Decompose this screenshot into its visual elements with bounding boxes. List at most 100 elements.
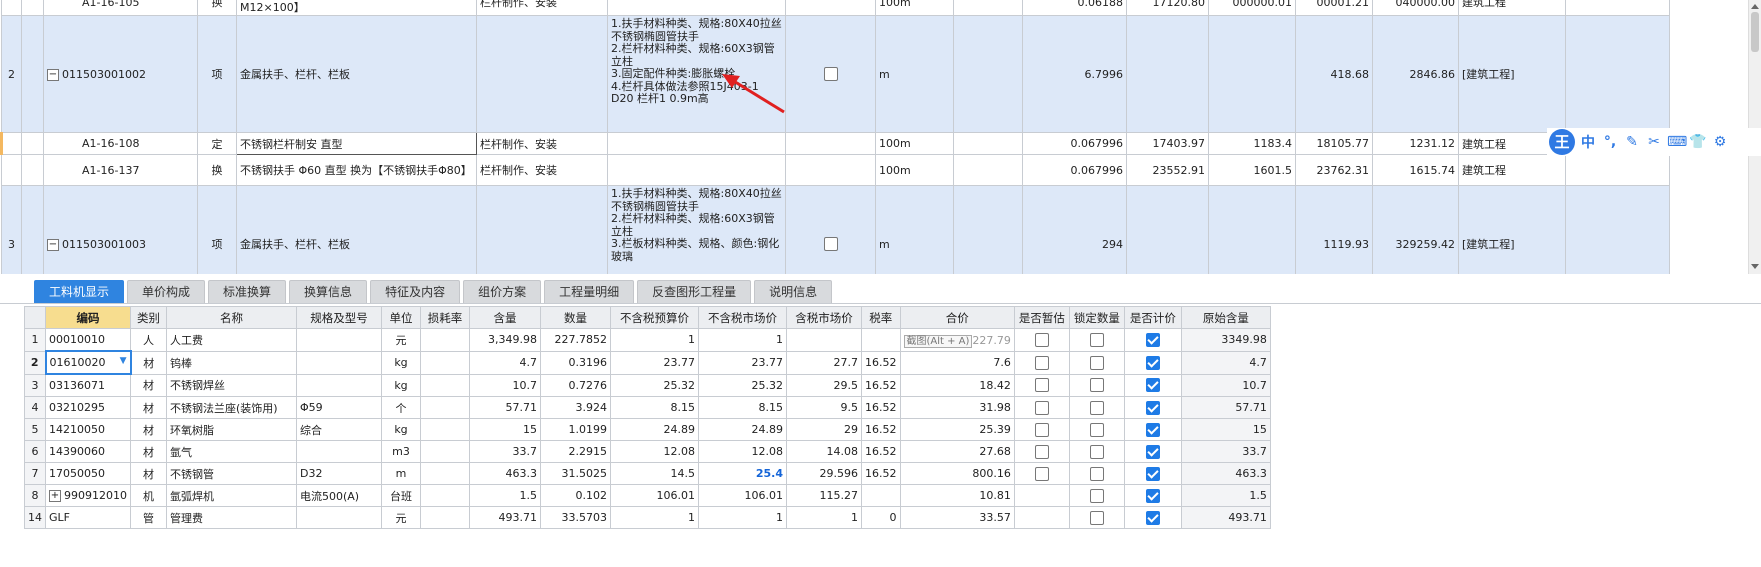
expand-icon[interactable]: + bbox=[49, 490, 61, 502]
item-description[interactable]: 1.扶手材料种类、规格:80X40拉丝不锈钢椭圆管扶手 2.栏杆材料种类、规格:… bbox=[607, 185, 786, 274]
checkbox-est[interactable] bbox=[1034, 400, 1049, 415]
table-row[interactable]: A1-16-105 换 M12×100】 栏杆制作、安装 100m 0.0618… bbox=[1, 0, 1670, 16]
table-row[interactable]: 5 14210050 材环氧树脂 综合 kg 15 1.0199 24.89 24.89 29 16… bbox=[24, 418, 1271, 441]
table-row[interactable]: A1-16-137 换 不锈钢扶手 Φ60 直型 换为【不锈钢扶手Φ80】 栏杆… bbox=[1, 154, 1670, 186]
cell-content[interactable]: 493.71 bbox=[469, 506, 541, 529]
cell-spec[interactable]: 电流500(A) bbox=[296, 484, 382, 507]
cell-qty[interactable]: 31.5025 bbox=[540, 462, 611, 485]
cell-name[interactable]: 管理费 bbox=[166, 506, 297, 529]
tab-pricing-scheme[interactable]: 组价方案 bbox=[463, 280, 542, 304]
cell-content[interactable]: 57.71 bbox=[469, 396, 541, 419]
checkbox-priced[interactable] bbox=[1145, 378, 1160, 393]
cell-code[interactable]: 03136071 bbox=[45, 373, 131, 397]
cell-unit[interactable]: kg bbox=[381, 350, 421, 375]
cell-p-budget[interactable]: 8.15 bbox=[610, 396, 699, 419]
cell-loss[interactable] bbox=[420, 328, 470, 352]
cell-tax[interactable]: 0 bbox=[861, 506, 901, 529]
dropdown-chevron-icon[interactable]: ▼ bbox=[120, 356, 127, 366]
punctuation-toggle-icon[interactable]: °, bbox=[1601, 134, 1619, 150]
cell-name[interactable]: 不锈钢焊丝 bbox=[166, 373, 297, 397]
tab-unit-price[interactable]: 单价构成 bbox=[127, 280, 206, 304]
checkbox-est[interactable] bbox=[1034, 378, 1049, 393]
cell-unit[interactable]: 台班 bbox=[381, 484, 421, 507]
col-qty[interactable]: 数量 bbox=[540, 306, 611, 329]
scissors-icon[interactable]: ✂ bbox=[1645, 134, 1663, 150]
cell-spec[interactable] bbox=[296, 328, 382, 352]
table-row[interactable]: 3 03136071 材不锈钢焊丝 kg 10.7 0.7276 25.32 25.32 29.… bbox=[24, 373, 1271, 397]
checkbox-lock[interactable] bbox=[1089, 422, 1104, 437]
col-loss[interactable]: 损耗率 bbox=[420, 306, 470, 329]
name-edit-field[interactable]: 不锈钢栏杆制安 直型 bbox=[236, 132, 477, 155]
col-name[interactable]: 名称 bbox=[166, 306, 297, 329]
cell-p-tax-market[interactable]: 29 bbox=[786, 418, 862, 441]
table-row[interactable]: 3 −011503001003 项 金属扶手、栏杆、栏板 1.扶手材料种类、规格… bbox=[1, 185, 1670, 274]
cell-total[interactable]: 10.81 bbox=[899, 484, 1015, 507]
cell-loss[interactable] bbox=[420, 373, 470, 397]
cell-p-budget[interactable]: 12.08 bbox=[610, 440, 699, 463]
cell-qty[interactable]: 0.7276 bbox=[540, 373, 611, 397]
cell-p-budget[interactable]: 1 bbox=[610, 506, 699, 529]
tab-labor-material-machine[interactable]: 工料机显示 bbox=[34, 280, 125, 304]
col-kind[interactable]: 类别 bbox=[130, 306, 167, 329]
tab-standard-conversion[interactable]: 标准换算 bbox=[208, 280, 287, 304]
checkbox-lock[interactable] bbox=[1089, 400, 1104, 415]
cell-content[interactable]: 10.7 bbox=[469, 373, 541, 397]
checkbox-lock[interactable] bbox=[1089, 510, 1104, 525]
cell-p-tax-market[interactable]: 27.7 bbox=[786, 350, 862, 375]
col-content[interactable]: 含量 bbox=[469, 306, 541, 329]
tab-reverse-check[interactable]: 反查图形工程量 bbox=[637, 280, 752, 304]
cell-tax[interactable] bbox=[861, 484, 901, 507]
cell-p-market[interactable]: 1 bbox=[698, 506, 787, 529]
checkbox-lock[interactable] bbox=[1089, 332, 1104, 347]
cell-code[interactable]: 17050050 bbox=[45, 462, 131, 485]
checkbox-est[interactable] bbox=[1034, 466, 1049, 481]
cell-name[interactable]: 不锈钢管 bbox=[166, 462, 297, 485]
col-original-content[interactable]: 原始含量 bbox=[1180, 306, 1271, 329]
cell-name[interactable]: 不锈钢法兰座(装饰用) bbox=[166, 396, 297, 419]
cell-tax[interactable]: 16.52 bbox=[861, 418, 901, 441]
cell-p-budget[interactable]: 1 bbox=[610, 328, 699, 352]
table-row[interactable]: 14 GLF 管管理费元 493.71 33.5703 1 1 1 0 33.57 493.71 bbox=[24, 506, 1271, 529]
checkbox-priced[interactable] bbox=[1145, 422, 1160, 437]
cell-p-tax-market[interactable]: 9.5 bbox=[786, 396, 862, 419]
cell-total[interactable]: 27.68 bbox=[899, 440, 1015, 463]
checkbox-lock[interactable] bbox=[1089, 444, 1104, 459]
gear-icon[interactable]: ⚙ bbox=[1711, 134, 1729, 150]
checkbox[interactable] bbox=[823, 237, 838, 251]
cell-content[interactable]: 33.7 bbox=[469, 440, 541, 463]
col-tax-rate[interactable]: 税率 bbox=[861, 306, 901, 329]
table-row[interactable]: 8 +990912010 机氩弧焊机 电流500(A) 台班 1.5 0.102 106.01… bbox=[24, 484, 1271, 507]
cell-p-budget[interactable]: 25.32 bbox=[610, 373, 699, 397]
checkbox-est[interactable] bbox=[1034, 422, 1049, 437]
cell-loss[interactable] bbox=[420, 440, 470, 463]
cell-qty[interactable]: 1.0199 bbox=[540, 418, 611, 441]
cell-total[interactable]: 18.42 bbox=[899, 373, 1015, 397]
cell-total[interactable]: 截图(Alt + A) 227.79 bbox=[899, 328, 1015, 352]
cell-name[interactable]: 钨棒 bbox=[166, 350, 297, 375]
cell-p-market[interactable]: 25.4 bbox=[698, 462, 787, 485]
cell-qty[interactable]: 0.102 bbox=[540, 484, 611, 507]
cell-kind[interactable]: 管 bbox=[130, 506, 167, 529]
cell-total[interactable]: 800.16 bbox=[899, 462, 1015, 485]
cell-p-tax-market[interactable]: 115.27 bbox=[786, 484, 862, 507]
cell-loss[interactable] bbox=[420, 350, 470, 375]
cell-code[interactable]: 14210050 bbox=[45, 418, 131, 441]
table-row[interactable]: 2 01610020 ▼ 材钨棒 kg 4.7 0.3196 23.77 23.77 27.7 16… bbox=[24, 350, 1271, 375]
cell-p-market[interactable]: 25.32 bbox=[698, 373, 787, 397]
cell-spec[interactable]: D32 bbox=[296, 462, 382, 485]
cell-name[interactable]: 氩弧焊机 bbox=[166, 484, 297, 507]
cell-total[interactable]: 31.98 bbox=[899, 396, 1015, 419]
cell-p-tax-market[interactable]: 29.596 bbox=[786, 462, 862, 485]
scroll-up-icon[interactable] bbox=[1751, 4, 1759, 9]
cell-unit[interactable]: 个 bbox=[381, 396, 421, 419]
col-total[interactable]: 合价 bbox=[899, 306, 1015, 329]
item-code[interactable]: A1-16-137 bbox=[43, 154, 198, 186]
item-code[interactable]: A1-16-105 bbox=[43, 0, 198, 16]
cell-p-market[interactable]: 106.01 bbox=[698, 484, 787, 507]
checkbox-priced[interactable] bbox=[1145, 332, 1160, 347]
checkbox-est[interactable] bbox=[1034, 355, 1049, 370]
checkbox-lock[interactable] bbox=[1089, 488, 1104, 503]
checkbox-priced[interactable] bbox=[1145, 510, 1160, 525]
cell-p-market[interactable]: 12.08 bbox=[698, 440, 787, 463]
cell-unit[interactable]: m3 bbox=[381, 440, 421, 463]
